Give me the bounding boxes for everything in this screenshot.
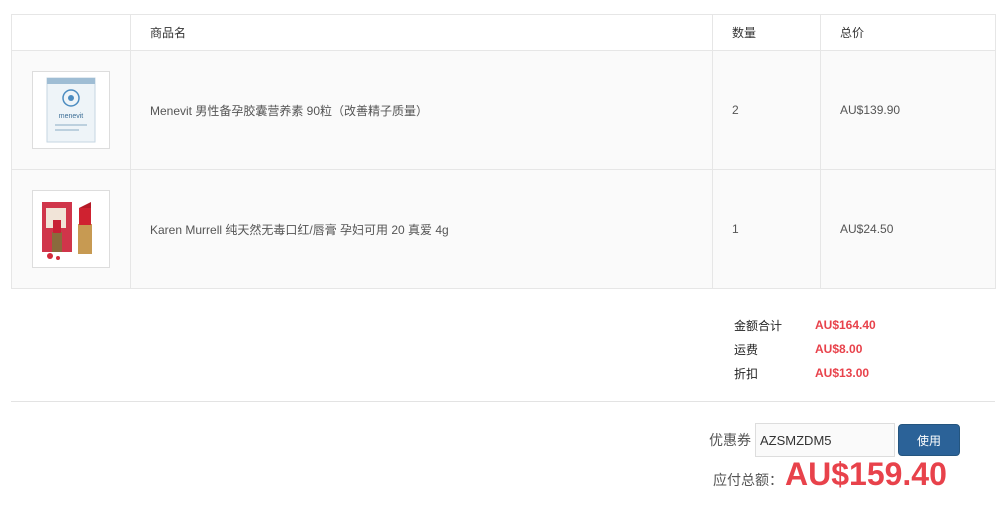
- order-summary: 金额合计 AU$164.40 运费 AU$8.00 折扣 AU$13.00: [734, 313, 876, 385]
- col-header-image: [11, 14, 131, 51]
- product-qty: 1: [712, 169, 821, 289]
- apply-coupon-button[interactable]: 使用: [898, 424, 960, 456]
- summary-shipping-row: 运费 AU$8.00: [734, 337, 876, 361]
- product-image-cell: [11, 169, 131, 289]
- discount-label: 折扣: [734, 366, 759, 381]
- subtotal-label: 金额合计: [734, 318, 783, 333]
- summary-subtotal-row: 金额合计 AU$164.40: [734, 313, 876, 337]
- product-qty: 2: [712, 50, 821, 170]
- discount-value: AU$13.00: [815, 366, 870, 380]
- product-thumbnail[interactable]: menevit: [32, 71, 110, 149]
- total-value: AU$159.40: [785, 456, 947, 492]
- product-name[interactable]: Karen Murrell 纯天然无毒口红/唇膏 孕妇可用 20 真爱 4g: [130, 169, 713, 289]
- product-image-cell: menevit: [11, 50, 131, 170]
- product-price: AU$139.90: [820, 50, 996, 170]
- menevit-box-image: menevit: [46, 77, 96, 143]
- product-name[interactable]: Menevit 男性备孕胶囊营养素 90粒（改善精子质量）: [130, 50, 713, 170]
- table-row: Karen Murrell 纯天然无毒口红/唇膏 孕妇可用 20 真爱 4g 1…: [11, 169, 996, 289]
- product-thumbnail[interactable]: [32, 190, 110, 268]
- col-header-product: 商品名: [130, 14, 713, 51]
- summary-discount-row: 折扣 AU$13.00: [734, 361, 876, 385]
- product-price: AU$24.50: [820, 169, 996, 289]
- coupon-section: 优惠券 使用: [709, 423, 960, 457]
- total-label: 应付总额：: [713, 472, 783, 488]
- shipping-value: AU$8.00: [815, 342, 863, 356]
- coupon-label: 优惠券: [709, 432, 751, 448]
- coupon-input[interactable]: [755, 423, 895, 457]
- col-header-total: 总价: [820, 14, 996, 51]
- subtotal-value: AU$164.40: [815, 318, 876, 332]
- table-header-row: 商品名 数量 总价: [11, 14, 996, 51]
- shipping-label: 运费: [734, 342, 759, 357]
- total-section: 应付总额： AU$159.40: [713, 456, 947, 493]
- svg-text:menevit: menevit: [59, 113, 84, 120]
- divider: [11, 401, 995, 402]
- cart-table: 商品名 数量 总价 menevit Menevit 男性备孕胶囊营养素 90粒（…: [11, 14, 996, 289]
- lipstick-image: [42, 202, 92, 260]
- table-row: menevit Menevit 男性备孕胶囊营养素 90粒（改善精子质量） 2 …: [11, 50, 996, 170]
- col-header-qty: 数量: [712, 14, 821, 51]
